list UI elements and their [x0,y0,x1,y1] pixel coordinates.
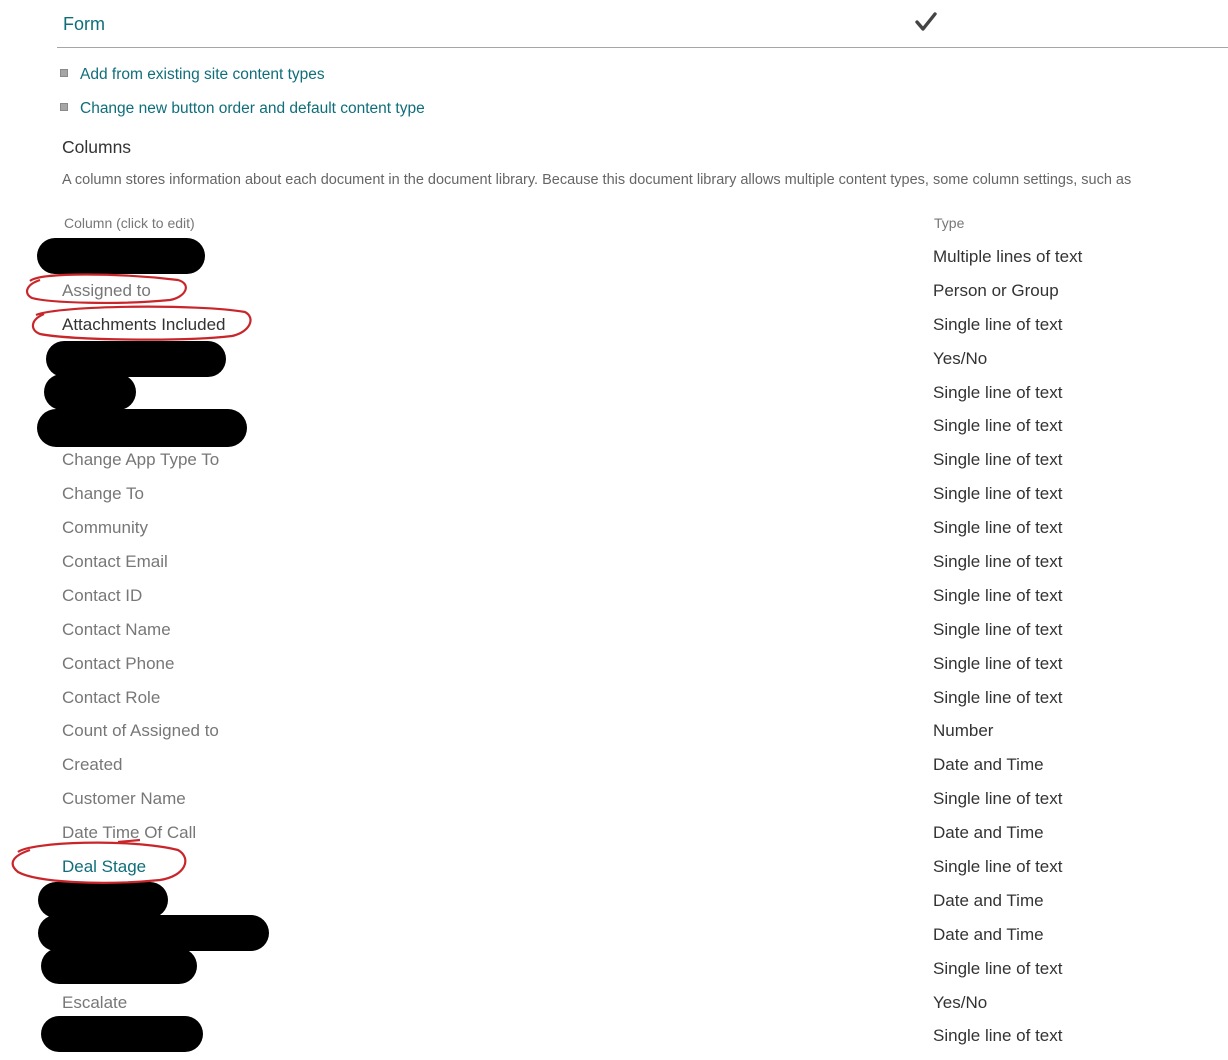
column-name-link[interactable]: Contact Phone [62,654,174,674]
column-name-link[interactable]: Date Time Of Call [62,823,196,843]
column-type: Single line of text [933,518,1063,538]
redaction-mark [37,409,247,447]
column-type: Date and Time [933,755,1044,775]
bullet-icon [60,103,68,111]
column-name-link[interactable]: Customer Name [62,789,186,809]
table-row: Escalate Yes/No [0,986,1228,1020]
redaction-mark [37,238,205,274]
add-existing-content-types-link[interactable]: Add from existing site content types [80,66,325,84]
column-type: Number [933,721,994,741]
table-row: Contact Name Single line of text [0,613,1228,647]
redaction-mark [41,1016,203,1052]
column-type: Single line of text [933,958,1063,978]
columns-description: A column stores information about each d… [62,172,1132,188]
column-type: Single line of text [933,585,1063,605]
table-row: Contact Email Single line of text [0,545,1228,579]
column-type: Single line of text [933,552,1063,572]
column-type: Single line of text [933,314,1063,334]
column-type-header: Type [934,215,965,231]
table-row: Change App Type To Single line of text [0,443,1228,477]
redaction-mark [44,374,136,410]
column-type: Single line of text [933,619,1063,639]
table-row: Count of Assigned to Number [0,714,1228,748]
columns-heading: Columns [62,137,132,157]
change-button-order-link[interactable]: Change new button order and default cont… [80,100,425,118]
column-type: Date and Time [933,924,1044,944]
column-name-link[interactable]: Contact Email [62,552,168,572]
table-row: Customer Name Single line of text [0,782,1228,816]
redaction-mark [38,882,168,918]
column-type: Single line of text [933,1026,1063,1046]
table-row: Change To Single line of text [0,477,1228,511]
column-type: Single line of text [933,382,1063,402]
column-type: Single line of text [933,687,1063,707]
column-name-link[interactable]: Change To [62,484,144,504]
column-name-link[interactable]: Created [62,755,122,775]
column-type: Yes/No [933,348,988,368]
table-row: Date and Time [0,884,1228,918]
column-type: Date and Time [933,890,1044,910]
table-row: Attachments Included Single line of text [0,308,1228,342]
column-name-link[interactable]: Change App Type To [62,450,219,470]
bullet-icon [60,69,68,77]
column-name-header: Column (click to edit) [64,215,195,231]
column-type: Date and Time [933,823,1044,843]
column-type: Single line of text [933,450,1063,470]
column-name-link[interactable]: Assigned to [62,281,151,301]
column-type: Single line of text [933,789,1063,809]
table-row: Date Time Of Call Date and Time [0,816,1228,850]
table-row: Community Single line of text [0,511,1228,545]
table-row: Assigned to Person or Group [0,274,1228,308]
column-name-link[interactable]: Contact ID [62,586,142,606]
column-name-link[interactable]: Community [62,518,148,538]
checkmark-icon [915,12,937,31]
column-name-link[interactable]: Escalate [62,993,127,1013]
column-type: Person or Group [933,280,1059,300]
column-type: Single line of text [933,416,1063,436]
table-row: Deal Stage Single line of text [0,850,1228,884]
column-name-link[interactable]: Attachments Included [62,315,225,335]
form-row: Form [57,0,1228,48]
table-row: Contact Phone Single line of text [0,647,1228,681]
column-name-link[interactable]: Deal Stage [62,857,146,877]
redaction-mark [46,341,226,377]
table-row: Contact Role Single line of text [0,681,1228,715]
table-row: Single line of text [0,376,1228,410]
column-type: Single line of text [933,653,1063,673]
redaction-mark [41,948,197,984]
column-name-link[interactable]: Contact Role [62,688,160,708]
column-type: Single line of text [933,484,1063,504]
form-label[interactable]: Form [63,14,105,35]
column-type: Yes/No [933,992,988,1012]
column-type: Multiple lines of text [933,247,1083,266]
column-name-link[interactable]: Count of Assigned to [62,721,219,741]
change-button-order-item: Change new button order and default cont… [60,98,425,120]
add-existing-content-types-item: Add from existing site content types [60,64,325,86]
table-row: Contact ID Single line of text [0,579,1228,613]
redaction-mark [38,915,269,951]
table-row: Created Date and Time [0,748,1228,782]
column-name-link[interactable]: Contact Name [62,620,171,640]
column-type: Single line of text [933,857,1063,877]
